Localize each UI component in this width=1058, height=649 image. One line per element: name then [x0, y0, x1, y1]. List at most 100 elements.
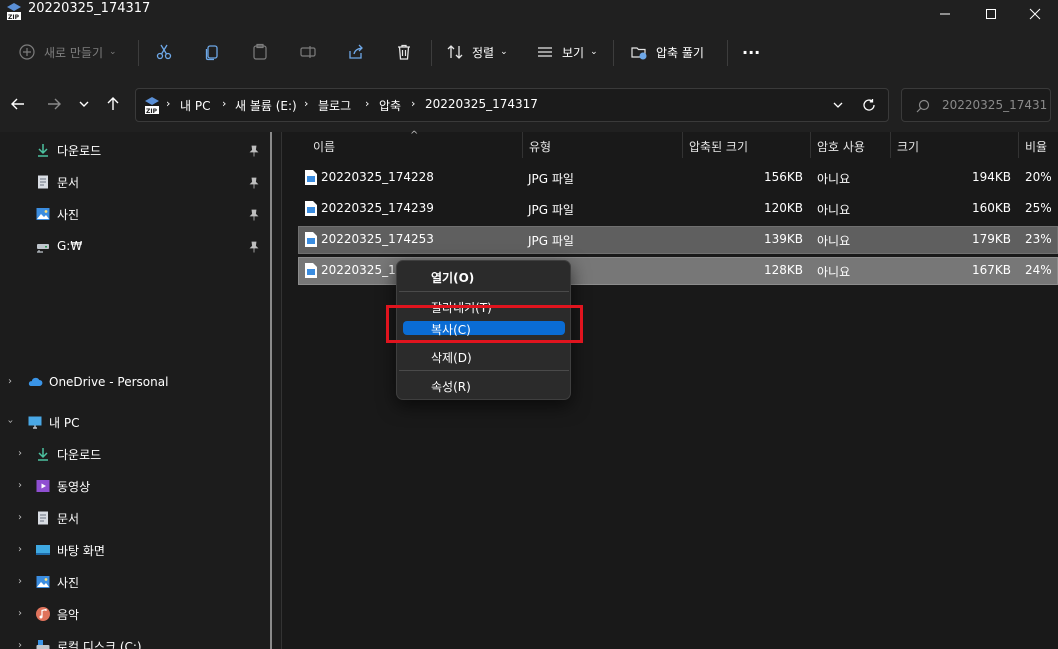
- file-type: JPG 파일: [528, 203, 574, 217]
- breadcrumb-volume-e[interactable]: 새 볼륨 (E:): [235, 97, 297, 114]
- breadcrumb-this-pc[interactable]: 내 PC: [180, 97, 210, 114]
- address-bar[interactable]: ZIP › 내 PC › 새 볼륨 (E:) › 블로그 › 압축 › 2022…: [135, 88, 889, 122]
- command-bar: 새로 만들기 ⌄ 정렬 ⌄ 보기 ⌄ 압축 풀기 ···: [0, 28, 1058, 76]
- view-label: 보기: [562, 45, 585, 60]
- title-bar: ZIP 20220325_174317: [0, 0, 1058, 28]
- sidebar-item-onedrive[interactable]: OneDrive - Personal: [27, 371, 168, 393]
- column-header-ratio[interactable]: 비율: [1025, 138, 1047, 155]
- scissors-icon: [156, 44, 172, 60]
- sidebar-item-this-pc[interactable]: 내 PC: [27, 411, 79, 433]
- table-row[interactable]: 20220325_174228 JPG 파일 156KB 아니요 194KB 2…: [298, 164, 1058, 192]
- sidebar-item-music[interactable]: 음악: [35, 603, 79, 625]
- share-icon: [349, 44, 363, 59]
- table-row[interactable]: 20220325_174239 JPG 파일 120KB 아니요 160KB 2…: [298, 195, 1058, 223]
- chevron-right-icon[interactable]: ›: [18, 544, 22, 555]
- cut-button[interactable]: [155, 38, 173, 66]
- breadcrumb-separator-icon: ›: [365, 97, 370, 110]
- sidebar-item-pc-downloads[interactable]: 다운로드: [35, 443, 101, 465]
- breadcrumb-blog[interactable]: 블로그: [318, 97, 351, 114]
- sidebar-item-pictures[interactable]: 사진: [35, 203, 79, 225]
- minimize-icon: [940, 13, 950, 15]
- sidebar-item-pc-pictures[interactable]: 사진: [35, 571, 79, 593]
- sidebar-item-network-drive[interactable]: G:₩: [35, 235, 82, 257]
- file-ratio: 23%: [1025, 232, 1052, 246]
- chevron-right-icon[interactable]: ›: [18, 608, 22, 619]
- sort-ascending-icon: ^: [410, 130, 419, 141]
- chevron-right-icon[interactable]: ›: [18, 480, 22, 491]
- pin-icon[interactable]: [248, 145, 260, 157]
- column-divider[interactable]: [682, 132, 683, 158]
- chevron-right-icon[interactable]: ›: [18, 576, 22, 587]
- recent-locations-button[interactable]: [72, 90, 96, 118]
- menu-item-open[interactable]: 열기(O): [403, 265, 565, 289]
- svg-text:ZIP: ZIP: [8, 14, 20, 20]
- close-button[interactable]: [1012, 0, 1058, 28]
- share-button[interactable]: [347, 38, 365, 66]
- sidebar-item-videos[interactable]: 동영상: [35, 475, 90, 497]
- chevron-down-icon[interactable]: ›: [5, 420, 16, 424]
- column-divider[interactable]: [522, 132, 523, 158]
- up-button[interactable]: [101, 90, 125, 118]
- search-icon: [916, 99, 930, 113]
- extract-all-button[interactable]: 압축 풀기: [630, 38, 704, 66]
- new-button[interactable]: 새로 만들기 ⌄: [18, 38, 117, 66]
- drive-icon: [36, 640, 50, 649]
- sidebar-item-label: 동영상: [57, 479, 91, 494]
- breadcrumb-current-folder[interactable]: 20220325_174317: [425, 97, 538, 111]
- menu-item-properties[interactable]: 속성(R): [403, 374, 565, 398]
- column-divider[interactable]: [810, 132, 811, 158]
- file-size: 167KB: [971, 263, 1011, 277]
- sidebar-item-documents[interactable]: 문서: [35, 171, 79, 193]
- address-row: ZIP › 내 PC › 새 볼륨 (E:) › 블로그 › 압축 › 2022…: [0, 76, 1058, 132]
- column-header-password[interactable]: 암호 사용: [817, 138, 865, 155]
- forward-button[interactable]: [42, 90, 66, 118]
- file-name: 20220325_174239: [321, 201, 434, 215]
- column-header-size[interactable]: 크기: [897, 138, 919, 155]
- table-row-selected[interactable]: 20220325_174253 JPG 파일 139KB 아니요 179KB 2…: [298, 226, 1058, 254]
- pin-icon[interactable]: [248, 209, 260, 221]
- download-icon: [38, 144, 48, 157]
- rename-button[interactable]: [299, 38, 317, 66]
- back-button[interactable]: [6, 90, 30, 118]
- column-header-type[interactable]: 유형: [529, 138, 551, 155]
- zip-folder-icon: ZIP: [145, 97, 159, 114]
- file-size: 160KB: [971, 201, 1011, 215]
- breadcrumb-compress[interactable]: 압축: [379, 97, 401, 114]
- chevron-right-icon[interactable]: ›: [8, 376, 12, 387]
- search-input[interactable]: 20220325_17431...: [901, 88, 1051, 122]
- divider: [431, 40, 432, 66]
- pin-icon[interactable]: [248, 177, 260, 189]
- column-header-name[interactable]: 이름: [313, 138, 335, 155]
- paste-button[interactable]: [251, 38, 269, 66]
- column-divider[interactable]: [890, 132, 891, 158]
- sort-button[interactable]: 정렬 ⌄: [446, 38, 508, 66]
- menu-item-delete[interactable]: 삭제(D): [403, 345, 565, 369]
- sidebar-item-label: 사진: [57, 207, 80, 222]
- chevron-right-icon[interactable]: ›: [18, 512, 22, 523]
- sidebar-item-desktop[interactable]: 바탕 화면: [35, 539, 105, 561]
- chevron-down-icon[interactable]: [832, 99, 844, 111]
- file-packed-size: 156KB: [763, 170, 803, 184]
- zip-folder-icon: ZIP: [7, 3, 21, 20]
- maximize-button[interactable]: [968, 0, 1014, 28]
- refresh-icon[interactable]: [862, 98, 876, 112]
- divider: [613, 40, 614, 66]
- view-button[interactable]: 보기 ⌄: [536, 38, 598, 66]
- menu-separator: [399, 291, 569, 292]
- delete-button[interactable]: [395, 38, 413, 66]
- sidebar-item-downloads[interactable]: 다운로드: [35, 139, 101, 161]
- sidebar-scrollbar[interactable]: [270, 132, 272, 649]
- breadcrumb-separator-icon: ›: [222, 97, 227, 110]
- sidebar-item-local-disk[interactable]: 로컬 디스크 (C:): [35, 635, 142, 649]
- column-header-packed-size[interactable]: 압축된 크기: [689, 138, 748, 155]
- minimize-button[interactable]: [922, 0, 968, 28]
- more-options-button[interactable]: ···: [742, 38, 760, 66]
- chevron-down-icon: ⌄: [590, 47, 598, 57]
- copy-button[interactable]: [203, 38, 221, 66]
- column-divider[interactable]: [1018, 132, 1019, 158]
- sidebar-item-label: 다운로드: [57, 447, 102, 462]
- chevron-right-icon[interactable]: ›: [18, 640, 22, 649]
- sidebar-item-pc-documents[interactable]: 문서: [35, 507, 79, 529]
- chevron-right-icon[interactable]: ›: [18, 448, 22, 459]
- pin-icon[interactable]: [248, 241, 260, 253]
